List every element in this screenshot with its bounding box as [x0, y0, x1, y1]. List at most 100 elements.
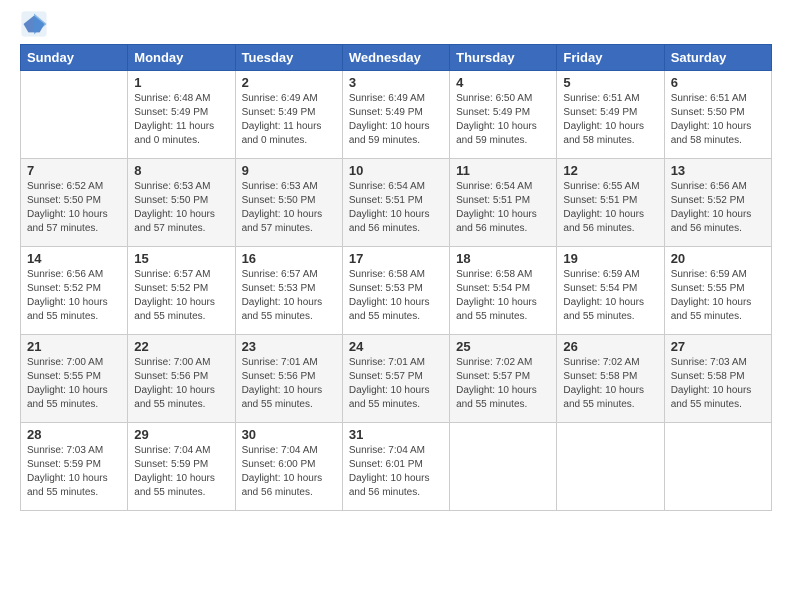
calendar-week-row: 7 Sunrise: 6:52 AM Sunset: 5:50 PM Daylig…: [21, 159, 772, 247]
day-info: Sunrise: 6:56 AM Sunset: 5:52 PM Dayligh…: [671, 180, 765, 236]
day-number: 21: [27, 339, 121, 354]
calendar-cell: 29Sunrise: 7:04 AM Sunset: 5:59 PM Dayli…: [128, 423, 235, 511]
calendar-cell: 3 Sunrise: 6:49 AM Sunset: 5:49 PM Daylig…: [342, 71, 449, 159]
calendar-cell: 26 Sunrise: 7:02 AM Sunset: 5:58 PM Dayli…: [557, 335, 664, 423]
day-number: 17: [349, 251, 443, 266]
day-info: Sunrise: 7:00 AM Sunset: 5:55 PM Dayligh…: [27, 356, 121, 412]
day-info: Sunrise: 6:53 AM Sunset: 5:50 PM Dayligh…: [134, 180, 228, 236]
day-info: Sunrise: 6:54 AM Sunset: 5:51 PM Dayligh…: [456, 180, 550, 236]
calendar-cell: 31 Sunrise: 7:04 AM Sunset: 6:01 PM Dayli…: [342, 423, 449, 511]
calendar-cell: 2Sunrise: 6:49 AM Sunset: 5:49 PM Daylig…: [235, 71, 342, 159]
day-number: 1: [134, 75, 228, 90]
day-info: Sunrise: 6:51 AM Sunset: 5:50 PM Dayligh…: [671, 92, 765, 148]
day-info: Sunrise: 6:50 AM Sunset: 5:49 PM Dayligh…: [456, 92, 550, 148]
calendar-week-row: 28Sunrise: 7:03 AM Sunset: 5:59 PM Dayli…: [21, 423, 772, 511]
day-info: Sunrise: 6:59 AM Sunset: 5:55 PM Dayligh…: [671, 268, 765, 324]
calendar-week-row: 1 Sunrise: 6:48 AM Sunset: 5:49 PM Daylig…: [21, 71, 772, 159]
day-info: Sunrise: 6:51 AM Sunset: 5:49 PM Dayligh…: [563, 92, 657, 148]
day-info: Sunrise: 6:52 AM Sunset: 5:50 PM Dayligh…: [27, 180, 121, 236]
day-info: Sunrise: 6:48 AM Sunset: 5:49 PM Dayligh…: [134, 92, 228, 148]
day-info: Sunrise: 7:01 AM Sunset: 5:57 PM Dayligh…: [349, 356, 443, 412]
day-number: 31: [349, 427, 443, 442]
calendar-cell: 14Sunrise: 6:56 AM Sunset: 5:52 PM Dayli…: [21, 247, 128, 335]
day-info: Sunrise: 6:56 AM Sunset: 5:52 PM Dayligh…: [27, 268, 121, 324]
calendar-cell: 22 Sunrise: 7:00 AM Sunset: 5:56 PM Dayli…: [128, 335, 235, 423]
calendar-cell: [557, 423, 664, 511]
calendar-cell: 10 Sunrise: 6:54 AM Sunset: 5:51 PM Dayli…: [342, 159, 449, 247]
calendar-cell: 27Sunrise: 7:03 AM Sunset: 5:58 PM Dayli…: [664, 335, 771, 423]
weekday-header: Thursday: [450, 45, 557, 71]
weekday-header: Wednesday: [342, 45, 449, 71]
calendar-cell: 23Sunrise: 7:01 AM Sunset: 5:56 PM Dayli…: [235, 335, 342, 423]
day-info: Sunrise: 6:55 AM Sunset: 5:51 PM Dayligh…: [563, 180, 657, 236]
calendar-cell: 13 Sunrise: 6:56 AM Sunset: 5:52 PM Dayli…: [664, 159, 771, 247]
day-number: 30: [242, 427, 336, 442]
page-container: SundayMondayTuesdayWednesdayThursdayFrid…: [0, 0, 792, 521]
logo-icon: [20, 10, 48, 38]
calendar-cell: 16 Sunrise: 6:57 AM Sunset: 5:53 PM Dayli…: [235, 247, 342, 335]
calendar-cell: 5 Sunrise: 6:51 AM Sunset: 5:49 PM Daylig…: [557, 71, 664, 159]
day-number: 23: [242, 339, 336, 354]
calendar-week-row: 21 Sunrise: 7:00 AM Sunset: 5:55 PM Dayli…: [21, 335, 772, 423]
day-info: Sunrise: 6:54 AM Sunset: 5:51 PM Dayligh…: [349, 180, 443, 236]
day-info: Sunrise: 7:02 AM Sunset: 5:57 PM Dayligh…: [456, 356, 550, 412]
day-info: Sunrise: 6:57 AM Sunset: 5:53 PM Dayligh…: [242, 268, 336, 324]
calendar-cell: 9Sunrise: 6:53 AM Sunset: 5:50 PM Daylig…: [235, 159, 342, 247]
calendar-cell: 21 Sunrise: 7:00 AM Sunset: 5:55 PM Dayli…: [21, 335, 128, 423]
calendar-cell: 28Sunrise: 7:03 AM Sunset: 5:59 PM Dayli…: [21, 423, 128, 511]
day-number: 19: [563, 251, 657, 266]
day-info: Sunrise: 6:58 AM Sunset: 5:53 PM Dayligh…: [349, 268, 443, 324]
weekday-header: Sunday: [21, 45, 128, 71]
calendar-table: SundayMondayTuesdayWednesdayThursdayFrid…: [20, 44, 772, 511]
weekday-header: Friday: [557, 45, 664, 71]
calendar-cell: 8Sunrise: 6:53 AM Sunset: 5:50 PM Daylig…: [128, 159, 235, 247]
calendar-cell: 1 Sunrise: 6:48 AM Sunset: 5:49 PM Daylig…: [128, 71, 235, 159]
calendar-cell: 6 Sunrise: 6:51 AM Sunset: 5:50 PM Daylig…: [664, 71, 771, 159]
calendar-week-row: 14Sunrise: 6:56 AM Sunset: 5:52 PM Dayli…: [21, 247, 772, 335]
day-number: 5: [563, 75, 657, 90]
day-number: 9: [242, 163, 336, 178]
weekday-header: Tuesday: [235, 45, 342, 71]
calendar-cell: 20 Sunrise: 6:59 AM Sunset: 5:55 PM Dayli…: [664, 247, 771, 335]
weekday-header: Saturday: [664, 45, 771, 71]
day-number: 26: [563, 339, 657, 354]
calendar-cell: [21, 71, 128, 159]
day-info: Sunrise: 6:49 AM Sunset: 5:49 PM Dayligh…: [242, 92, 336, 148]
day-number: 20: [671, 251, 765, 266]
calendar-cell: 24Sunrise: 7:01 AM Sunset: 5:57 PM Dayli…: [342, 335, 449, 423]
day-number: 28: [27, 427, 121, 442]
day-number: 29: [134, 427, 228, 442]
calendar-cell: 7 Sunrise: 6:52 AM Sunset: 5:50 PM Daylig…: [21, 159, 128, 247]
day-info: Sunrise: 7:00 AM Sunset: 5:56 PM Dayligh…: [134, 356, 228, 412]
day-number: 4: [456, 75, 550, 90]
calendar-header-row: SundayMondayTuesdayWednesdayThursdayFrid…: [21, 45, 772, 71]
day-number: 10: [349, 163, 443, 178]
day-number: 11: [456, 163, 550, 178]
calendar-cell: 18Sunrise: 6:58 AM Sunset: 5:54 PM Dayli…: [450, 247, 557, 335]
day-info: Sunrise: 7:04 AM Sunset: 6:01 PM Dayligh…: [349, 444, 443, 500]
day-number: 3: [349, 75, 443, 90]
calendar-cell: 17 Sunrise: 6:58 AM Sunset: 5:53 PM Dayli…: [342, 247, 449, 335]
calendar-cell: [450, 423, 557, 511]
day-info: Sunrise: 6:49 AM Sunset: 5:49 PM Dayligh…: [349, 92, 443, 148]
day-info: Sunrise: 7:02 AM Sunset: 5:58 PM Dayligh…: [563, 356, 657, 412]
day-info: Sunrise: 6:57 AM Sunset: 5:52 PM Dayligh…: [134, 268, 228, 324]
calendar-cell: 25Sunrise: 7:02 AM Sunset: 5:57 PM Dayli…: [450, 335, 557, 423]
day-number: 16: [242, 251, 336, 266]
day-number: 6: [671, 75, 765, 90]
day-number: 27: [671, 339, 765, 354]
day-number: 15: [134, 251, 228, 266]
day-info: Sunrise: 7:04 AM Sunset: 6:00 PM Dayligh…: [242, 444, 336, 500]
header: [20, 10, 772, 38]
day-number: 7: [27, 163, 121, 178]
day-number: 22: [134, 339, 228, 354]
calendar-cell: 4 Sunrise: 6:50 AM Sunset: 5:49 PM Daylig…: [450, 71, 557, 159]
day-number: 13: [671, 163, 765, 178]
calendar-cell: 19Sunrise: 6:59 AM Sunset: 5:54 PM Dayli…: [557, 247, 664, 335]
day-number: 18: [456, 251, 550, 266]
logo: [20, 10, 52, 38]
calendar-cell: 30 Sunrise: 7:04 AM Sunset: 6:00 PM Dayli…: [235, 423, 342, 511]
weekday-header: Monday: [128, 45, 235, 71]
calendar-cell: 11 Sunrise: 6:54 AM Sunset: 5:51 PM Dayli…: [450, 159, 557, 247]
calendar-cell: 12Sunrise: 6:55 AM Sunset: 5:51 PM Dayli…: [557, 159, 664, 247]
